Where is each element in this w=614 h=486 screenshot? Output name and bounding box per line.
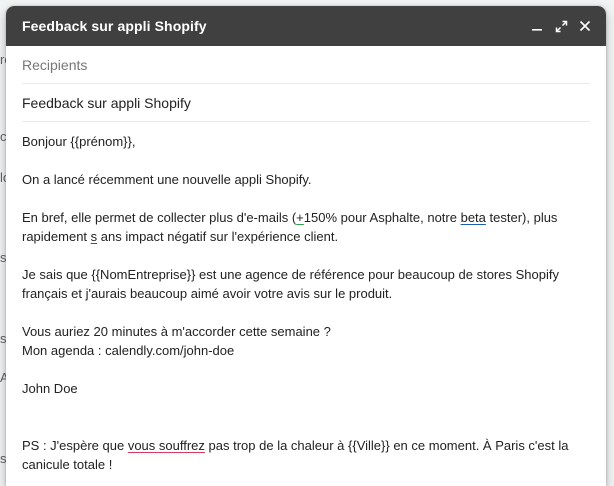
signature: John Doe: [22, 381, 78, 396]
message-body[interactable]: Bonjour {{prénom}}, On a lancé récemment…: [6, 122, 606, 474]
close-icon[interactable]: [574, 15, 596, 37]
calendar-line: Mon agenda : calendly.com/john-doe: [22, 343, 235, 358]
subject-value: Feedback sur appli Shopify: [22, 94, 191, 111]
subject-field[interactable]: Feedback sur appli Shopify: [22, 84, 590, 122]
greeting-line: Bonjour {{prénom}},: [22, 134, 136, 149]
spellcheck-mark[interactable]: beta: [461, 210, 486, 225]
recipients-field[interactable]: Recipients: [22, 46, 590, 84]
minimize-icon[interactable]: [526, 15, 548, 37]
expand-icon[interactable]: [550, 15, 572, 37]
body-paragraph: En bref, elle permet de collecter plus d…: [22, 210, 558, 244]
body-paragraph: On a lancé récemment une nouvelle appli …: [22, 172, 312, 187]
compose-title: Feedback sur appli Shopify: [22, 18, 207, 34]
compose-titlebar[interactable]: Feedback sur appli Shopify: [6, 6, 606, 46]
body-paragraph: Je sais que {{NomEntreprise}} est une ag…: [22, 267, 559, 301]
compose-window: Feedback sur appli Shopify Recipients Fe…: [6, 6, 606, 486]
postscript: PS : J'espère que vous souffrez pas trop…: [22, 438, 569, 472]
spellcheck-mark[interactable]: +: [296, 210, 304, 225]
body-paragraph: Vous auriez 20 minutes à m'accorder cett…: [22, 324, 331, 339]
spellcheck-mark[interactable]: vous souffrez: [128, 438, 205, 453]
recipients-placeholder: Recipients: [22, 56, 88, 73]
